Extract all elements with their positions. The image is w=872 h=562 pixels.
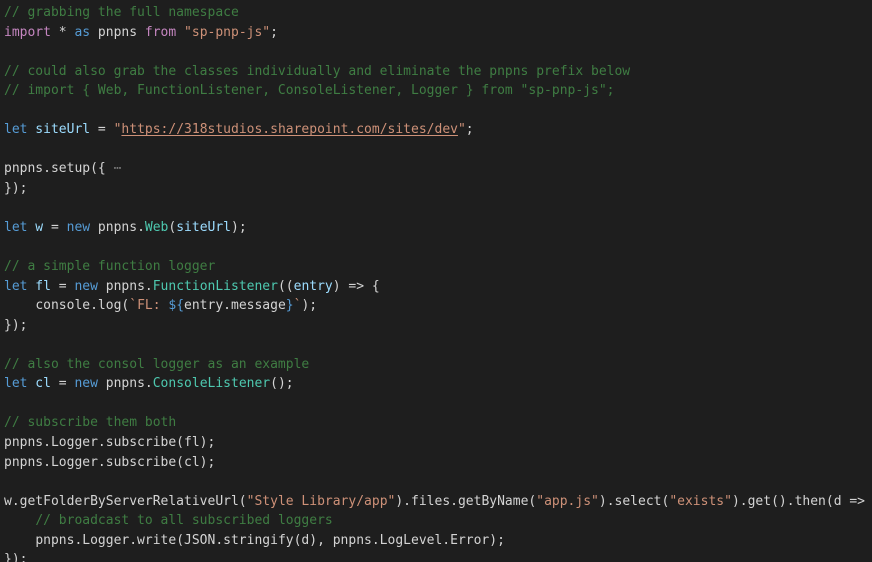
code-line-12[interactable]: let w = new pnpns.Web(siteUrl); [0, 218, 872, 238]
namespace-prefix: pnpns. [97, 376, 153, 392]
namespace-prefix: pnpns. [90, 220, 145, 236]
code-line-4[interactable]: // could also grab the classes individua… [0, 62, 872, 82]
chain-part-a: w.getFolderByServerRelativeUrl( [4, 493, 247, 509]
site-url-link[interactable]: https://318studios.sharepoint.com/sites/… [121, 122, 458, 137]
fold-placeholder-icon[interactable]: ⋯ [114, 161, 122, 176]
code-line-18[interactable] [0, 335, 872, 355]
assign-operator: = [43, 220, 67, 236]
assign-operator: = [50, 278, 75, 294]
variable-w: w [27, 220, 44, 236]
type-web: Web [144, 220, 169, 236]
block-close: }); [4, 180, 28, 196]
chain-part-c: ).select( [598, 493, 670, 509]
code-line-7[interactable]: let siteUrl = "https://318studios.sharep… [0, 120, 872, 140]
namespace-prefix: pnpns. [97, 278, 153, 294]
variable-cl: cl [27, 376, 51, 392]
semicolon: ; [270, 24, 278, 40]
keyword-as: as [74, 24, 91, 40]
module-string: "sp-pnp-js" [176, 24, 271, 40]
chain-part-d: ).get().then(d => { [731, 493, 872, 509]
string-app-js: "app.js" [536, 493, 599, 509]
keyword-from: from [144, 24, 177, 40]
block-close: }); [4, 317, 28, 333]
code-line-9[interactable]: pnpns.setup({ ⋯ [0, 159, 872, 179]
code-line-1[interactable]: // grabbing the full namespace [0, 3, 872, 23]
type-consolelistener: ConsoleListener [152, 376, 271, 392]
keyword-let: let [4, 278, 28, 294]
code-line-23[interactable]: pnpns.Logger.subscribe(fl); [0, 433, 872, 453]
code-line-19[interactable]: // also the consol logger as an example [0, 355, 872, 375]
code-line-6[interactable] [0, 101, 872, 121]
comment-token: // subscribe them both [4, 415, 177, 431]
keyword-import: import [4, 24, 51, 40]
comment-token: // also the consol logger as an example [4, 356, 310, 372]
backtick-open: ` [129, 298, 138, 314]
code-line-5[interactable]: // import { Web, FunctionListener, Conso… [0, 81, 872, 101]
block-close: }); [4, 552, 28, 562]
comment-token: // a simple function logger [4, 259, 216, 275]
keyword-let: let [4, 376, 28, 392]
setup-call: pnpns.setup({ [4, 161, 114, 177]
code-line-15[interactable]: let fl = new pnpns.FunctionListener((ent… [0, 277, 872, 297]
subscribe-call-cl: pnpns.Logger.subscribe(cl); [4, 454, 216, 470]
code-line-20[interactable]: let cl = new pnpns.ConsoleListener(); [0, 374, 872, 394]
chain-part-b: ).files.getByName( [395, 493, 537, 509]
logger-write-call: pnpns.Logger.write(JSON.stringify(d), pn… [35, 532, 505, 548]
arrow-token: ) => { [332, 278, 380, 294]
paren-close: (); [270, 376, 294, 392]
keyword-let: let [4, 122, 28, 138]
semicolon: ; [465, 122, 474, 138]
namespace-alias: pnpns [90, 24, 145, 40]
code-line-14[interactable]: // a simple function logger [0, 257, 872, 277]
variable-fl: fl [27, 278, 51, 294]
template-expr-open: ${ [168, 298, 185, 314]
statement-end: ); [301, 298, 318, 314]
code-line-28[interactable]: pnpns.Logger.write(JSON.stringify(d), pn… [0, 531, 872, 551]
type-functionlistener: FunctionListener [152, 278, 278, 294]
template-string-text: FL: [137, 298, 169, 314]
keyword-new: new [74, 376, 98, 392]
template-expression: entry.message [184, 298, 286, 314]
paren-close: ); [231, 220, 247, 236]
code-line-24[interactable]: pnpns.Logger.subscribe(cl); [0, 453, 872, 473]
assign-operator: = [90, 122, 114, 138]
paren-open: (( [277, 278, 294, 294]
quote-close: " [457, 122, 466, 138]
code-line-11[interactable] [0, 198, 872, 218]
comment-token: // broadcast to all subscribed loggers [35, 513, 333, 529]
code-line-2[interactable]: import * as pnpns from "sp-pnp-js"; [0, 23, 872, 43]
code-line-13[interactable] [0, 238, 872, 258]
console-log-call: console.log( [35, 298, 130, 314]
code-line-16[interactable]: console.log(`FL: ${entry.message}`); [0, 296, 872, 316]
code-line-10[interactable]: }); [0, 179, 872, 199]
code-line-3[interactable] [0, 42, 872, 62]
code-line-26[interactable]: w.getFolderByServerRelativeUrl("Style Li… [0, 492, 872, 512]
code-line-21[interactable] [0, 394, 872, 414]
comment-token: // could also grab the classes individua… [4, 63, 631, 79]
keyword-new: new [74, 278, 98, 294]
code-line-8[interactable] [0, 140, 872, 160]
code-line-22[interactable]: // subscribe them both [0, 413, 872, 433]
assign-operator: = [50, 376, 75, 392]
code-line-27[interactable]: // broadcast to all subscribed loggers [0, 511, 872, 531]
keyword-let: let [4, 220, 28, 236]
param-entry: entry [293, 278, 333, 294]
star-token: * [50, 24, 75, 40]
code-line-17[interactable]: }); [0, 316, 872, 336]
string-style-library: "Style Library/app" [246, 493, 396, 509]
template-expr-close: } [285, 298, 294, 314]
comment-token: // import { Web, FunctionListener, Conso… [4, 83, 615, 99]
argument-siteurl: siteUrl [176, 220, 232, 236]
code-editor[interactable]: // grabbing the full namespace import * … [0, 0, 872, 562]
subscribe-call-fl: pnpns.Logger.subscribe(fl); [4, 435, 216, 451]
keyword-new: new [66, 220, 91, 236]
code-line-29[interactable]: }); [0, 550, 872, 562]
code-line-25[interactable] [0, 472, 872, 492]
comment-token: // grabbing the full namespace [4, 5, 239, 20]
string-exists: "exists" [669, 493, 732, 509]
variable-siteurl: siteUrl [27, 122, 91, 138]
